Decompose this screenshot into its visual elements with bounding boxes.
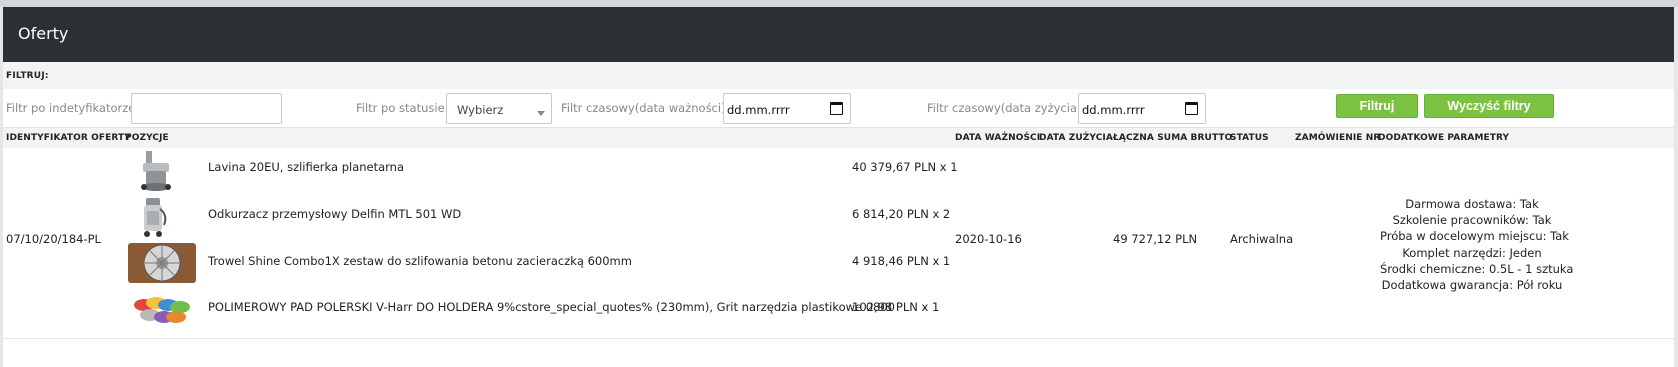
status-filter-value: Wybierz bbox=[457, 103, 504, 117]
position-name: POLIMEROWY PAD POLERSKI V-Harr DO HOLDER… bbox=[208, 300, 896, 314]
status-value: Archiwalna bbox=[1230, 232, 1294, 246]
position-name: Trowel Shine Combo1X zestaw do szlifowan… bbox=[208, 254, 632, 268]
col-total-header: ŁĄCZNA SUMA BRUTTO bbox=[1113, 133, 1233, 143]
offer-id[interactable]: 07/10/20/184-PL bbox=[6, 232, 101, 246]
usage-filter-label: Filtr czasowy(data zyżycia): bbox=[927, 101, 1086, 115]
param-line: Środki chemiczne: 0.5L - 1 sztuka bbox=[1380, 261, 1574, 276]
table-footer-space bbox=[3, 339, 1674, 367]
grinder-thumbnail bbox=[141, 151, 171, 191]
vacuum-thumbnail bbox=[144, 198, 167, 237]
position-name: Lavina 20EU, szlifierka planetarna bbox=[208, 160, 405, 174]
calendar-icon[interactable] bbox=[1185, 102, 1198, 115]
trowel-disc-thumbnail bbox=[128, 243, 196, 283]
position-price: 102,98 PLN x 1 bbox=[852, 300, 940, 314]
status-filter-label: Filtr po statusie: bbox=[356, 101, 449, 115]
param-line: Próba w docelowym miejscu: Tak bbox=[1380, 229, 1569, 244]
panel-header: Oferty bbox=[3, 7, 1674, 62]
position-name: Odkurzacz przemysłowy Delfin MTL 501 WD bbox=[208, 207, 462, 221]
validity-date: 2020-10-16 bbox=[955, 232, 1022, 246]
param-line: Szkolenie pracowników: Tak bbox=[1392, 213, 1552, 228]
param-line: Darmowa dostawa: Tak bbox=[1405, 197, 1539, 211]
chevron-down-icon bbox=[537, 111, 545, 116]
filter-heading-row: FILTRUJ: bbox=[3, 62, 1674, 89]
additional-params: Darmowa dostawa: Tak Szkolenie pracownik… bbox=[1380, 196, 1574, 293]
col-params-header: DODATKOWE PARAMETRY bbox=[1378, 133, 1510, 143]
offers-panel: Oferty FILTRUJ: Filtr po indetyfikatorze… bbox=[3, 7, 1674, 367]
total-gross: 49 727,12 PLN bbox=[1113, 232, 1198, 246]
usage-date-value: dd.mm.rrrr bbox=[1082, 103, 1145, 117]
page-title: Oferty bbox=[18, 24, 69, 43]
col-usage-header: DATA ZUŻYCIA bbox=[1039, 133, 1113, 143]
col-status-header: STATUS bbox=[1230, 133, 1269, 143]
validity-filter-label: Filtr czasowy(data ważności): bbox=[561, 101, 730, 115]
identifier-filter-label: Filtr po indetyfikatorze: bbox=[6, 101, 140, 115]
table-header: IDENTYFIKATOR OFERTY POZYCJE DATA WAŻNOŚ… bbox=[3, 127, 1674, 148]
filter-button[interactable]: Filtruj bbox=[1336, 94, 1418, 118]
polishing-pads-thumbnail bbox=[134, 297, 190, 323]
col-id-header: IDENTYFIKATOR OFERTY bbox=[6, 133, 131, 143]
col-validity-header: DATA WAŻNOŚCI bbox=[955, 133, 1041, 143]
status-filter-select[interactable]: Wybierz bbox=[446, 93, 552, 124]
param-line: Komplet narzędzi: Jeden bbox=[1402, 245, 1542, 260]
top-strip bbox=[0, 0, 1678, 7]
col-positions-header: POZYCJE bbox=[125, 133, 169, 143]
filter-heading: FILTRUJ: bbox=[6, 71, 49, 81]
identifier-filter-input[interactable] bbox=[131, 93, 282, 124]
validity-date-value: dd.mm.rrrr bbox=[727, 103, 790, 117]
calendar-icon[interactable] bbox=[830, 102, 843, 115]
position-price: 40 379,67 PLN x 1 bbox=[852, 160, 958, 174]
col-order-header: ZAMÓWIENIE NR bbox=[1295, 133, 1381, 143]
param-line: Dodatkowa gwarancja: Pół roku bbox=[1381, 278, 1563, 293]
table-row[interactable]: 07/10/20/184-PL Lavina 20EU, szlifierka … bbox=[3, 148, 1674, 339]
right-edge bbox=[1674, 7, 1678, 367]
usage-date-input[interactable]: dd.mm.rrrr bbox=[1078, 93, 1206, 124]
position-price: 4 918,46 PLN x 1 bbox=[852, 254, 951, 268]
position-price: 6 814,20 PLN x 2 bbox=[852, 207, 951, 221]
validity-date-input[interactable]: dd.mm.rrrr bbox=[723, 93, 851, 124]
clear-filters-button[interactable]: Wyczyść filtry bbox=[1424, 94, 1554, 118]
